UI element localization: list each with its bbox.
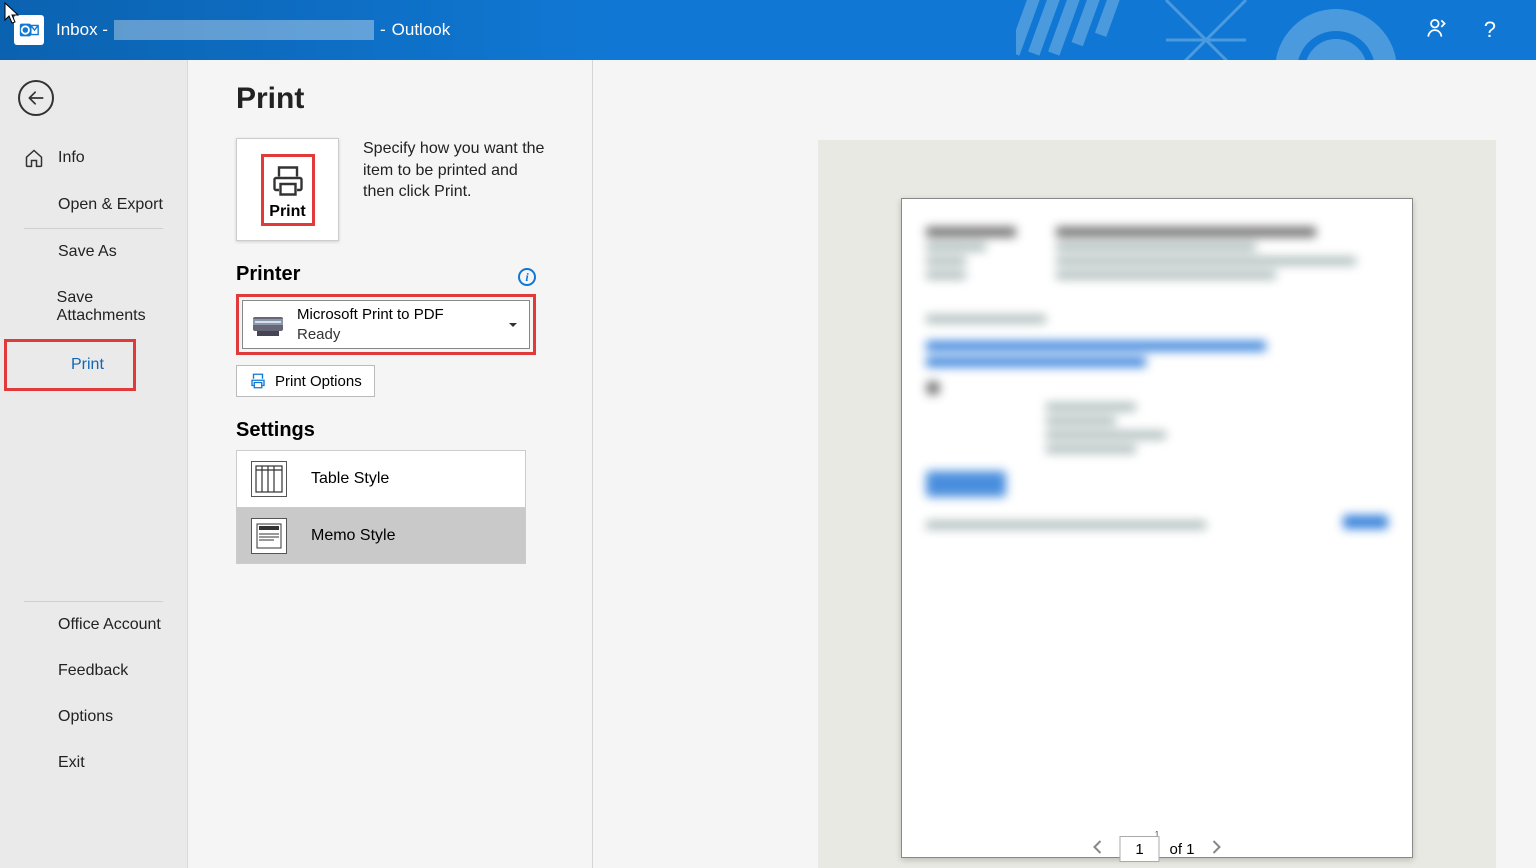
memo-style-icon [251, 518, 287, 554]
print-options-label: Print Options [275, 373, 362, 390]
style-table[interactable]: Table Style [237, 451, 525, 507]
nav-office-account-label: Office Account [58, 616, 161, 634]
preview-content-blurred [926, 227, 1388, 535]
nav-info[interactable]: Info [0, 134, 187, 182]
style-memo-label: Memo Style [311, 527, 395, 545]
nav-feedback-label: Feedback [58, 662, 128, 680]
print-backstage-main: Print Print Specify how you want the ite… [188, 60, 1536, 868]
chevron-right-icon [1211, 840, 1223, 854]
nav-open-export[interactable]: Open & Export [0, 182, 187, 228]
nav-print[interactable]: Print [4, 339, 136, 391]
backstage-sidebar: Info Open & Export Save As Save Attachme… [0, 60, 188, 868]
print-button-label: Print [269, 203, 305, 221]
nav-save-as[interactable]: Save As [0, 229, 187, 275]
nav-office-account[interactable]: Office Account [0, 602, 187, 648]
printer-icon [268, 163, 308, 199]
print-style-list: Table Style Memo Style [236, 450, 526, 564]
preview-page: 1 [901, 198, 1413, 858]
printer-status: Ready [297, 325, 444, 345]
title-sep: - [380, 20, 386, 40]
preview-pager: of 1 [1085, 836, 1228, 862]
mouse-cursor-icon [4, 2, 20, 26]
printer-device-icon [251, 311, 285, 339]
chevron-down-icon [507, 319, 519, 331]
help-icon[interactable]: ? [1484, 17, 1496, 43]
pager-of-total: of 1 [1169, 841, 1194, 858]
nav-options[interactable]: Options [0, 694, 187, 740]
window-title: Inbox - - Outlook [56, 20, 450, 40]
nav-options-label: Options [58, 708, 113, 726]
nav-print-label: Print [71, 356, 104, 374]
divider [592, 60, 593, 868]
nav-save-as-label: Save As [58, 243, 117, 261]
page-title: Print [236, 82, 1536, 116]
table-style-icon [251, 461, 287, 497]
nav-save-attachments[interactable]: Save Attachments [0, 275, 187, 339]
title-account-redacted [114, 20, 374, 40]
printer-dropdown[interactable]: Microsoft Print to PDF Ready [242, 300, 530, 349]
printer-section-header: Printer [236, 263, 300, 286]
printer-name: Microsoft Print to PDF [297, 305, 444, 325]
nav-open-export-label: Open & Export [58, 196, 163, 214]
title-app: Outlook [392, 20, 451, 40]
title-prefix: Inbox - [56, 20, 108, 40]
pager-current-input[interactable] [1119, 836, 1159, 862]
chevron-left-icon [1091, 840, 1103, 854]
nav-info-label: Info [58, 149, 85, 167]
nav-exit[interactable]: Exit [0, 740, 187, 786]
arrow-left-icon [26, 88, 46, 108]
print-button[interactable]: Print [236, 138, 339, 241]
style-memo[interactable]: Memo Style [237, 507, 525, 563]
print-options-icon [249, 372, 267, 390]
nav-feedback[interactable]: Feedback [0, 648, 187, 694]
settings-section-header: Settings [236, 419, 596, 442]
titlebar: Inbox - - Outlook ? [0, 0, 1536, 60]
print-preview-pane: 1 of 1 [818, 140, 1496, 868]
back-button[interactable] [18, 80, 54, 116]
home-icon [24, 148, 44, 168]
pager-next[interactable] [1205, 836, 1229, 862]
style-table-label: Table Style [311, 470, 389, 488]
printer-dropdown-highlight: Microsoft Print to PDF Ready [236, 294, 536, 355]
account-icon[interactable] [1424, 15, 1450, 46]
pager-prev[interactable] [1085, 836, 1109, 862]
print-description: Specify how you want the item to be prin… [363, 138, 553, 203]
nav-exit-label: Exit [58, 754, 85, 772]
printer-info-icon[interactable]: i [518, 268, 536, 286]
print-options-button[interactable]: Print Options [236, 365, 375, 397]
nav-save-attachments-label: Save Attachments [57, 289, 177, 325]
